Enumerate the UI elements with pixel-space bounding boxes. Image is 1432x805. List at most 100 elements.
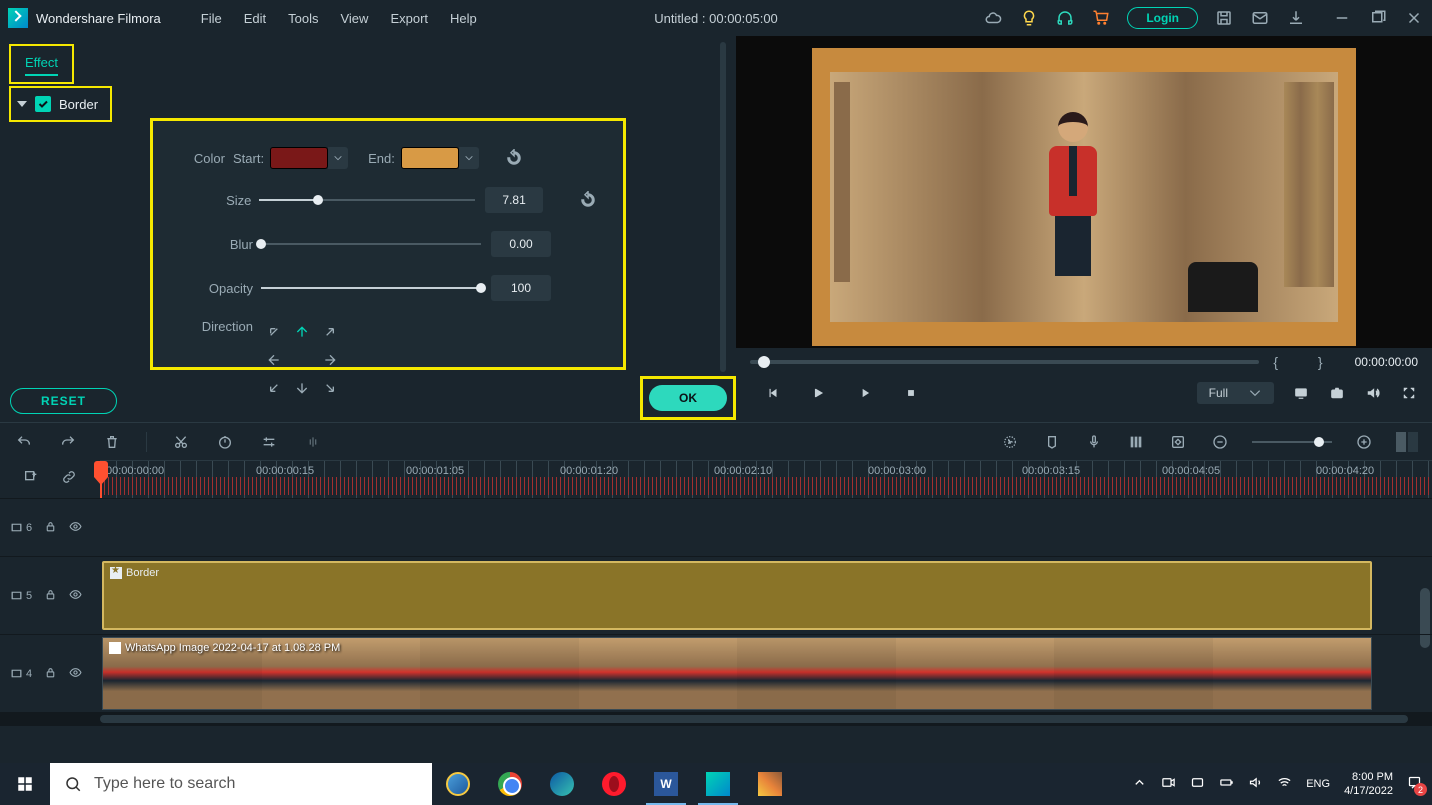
headphones-icon[interactable] <box>1055 8 1075 28</box>
redo-icon[interactable] <box>58 432 78 452</box>
display-icon[interactable] <box>1292 384 1310 402</box>
reset-button[interactable]: RESET <box>10 388 117 414</box>
speed-icon[interactable] <box>215 432 235 452</box>
cut-icon[interactable] <box>171 432 191 452</box>
tray-wifi-icon[interactable] <box>1277 775 1292 793</box>
track-visibility-icon[interactable] <box>69 520 82 536</box>
blur-value[interactable]: 0.00 <box>491 231 551 257</box>
taskbar-edge[interactable] <box>536 763 588 805</box>
track-lock-icon[interactable] <box>44 520 57 536</box>
border-section-header[interactable]: Border <box>9 86 112 122</box>
blur-slider[interactable] <box>261 236 481 252</box>
add-track-icon[interactable] <box>23 469 39 490</box>
tray-lang-icon[interactable] <box>1190 775 1205 793</box>
color-start-dropdown[interactable] <box>328 147 348 169</box>
border-checkbox[interactable] <box>35 96 51 112</box>
taskbar-search[interactable]: Type here to search <box>50 763 432 805</box>
audio-mixer-icon[interactable] <box>1126 432 1146 452</box>
track-lock-icon[interactable] <box>44 588 57 604</box>
direction-down-left[interactable] <box>261 375 287 401</box>
taskbar-filmora[interactable] <box>692 763 744 805</box>
zoom-slider[interactable] <box>1252 441 1332 443</box>
ok-button[interactable]: OK <box>649 385 727 411</box>
size-slider[interactable] <box>259 192 474 208</box>
save-icon[interactable] <box>1214 8 1234 28</box>
download-icon[interactable] <box>1286 8 1306 28</box>
adjust-icon[interactable] <box>259 432 279 452</box>
color-end-dropdown[interactable] <box>459 147 479 169</box>
video-clip[interactable]: WhatsApp Image 2022-04-17 at 1.08.28 PM <box>102 637 1372 710</box>
size-value[interactable]: 7.81 <box>485 187 544 213</box>
tray-volume-icon[interactable] <box>1248 775 1263 793</box>
menu-help[interactable]: Help <box>450 11 477 26</box>
size-reset-icon[interactable] <box>577 189 599 211</box>
timeline-view-toggle[interactable] <box>1396 432 1418 452</box>
direction-up[interactable] <box>289 319 315 345</box>
minimize-icon[interactable] <box>1332 8 1352 28</box>
opacity-value[interactable]: 100 <box>491 275 551 301</box>
timeline-ruler[interactable]: 00:00:00:00 00:00:00:15 00:00:01:05 00:0… <box>100 460 1432 498</box>
volume-icon[interactable] <box>1364 384 1382 402</box>
cloud-icon[interactable] <box>983 8 1003 28</box>
tray-battery-icon[interactable] <box>1219 775 1234 793</box>
taskbar-paint[interactable] <box>744 763 796 805</box>
lightbulb-icon[interactable] <box>1019 8 1039 28</box>
start-button[interactable] <box>0 763 50 805</box>
tray-meet-icon[interactable] <box>1161 775 1176 793</box>
direction-down[interactable] <box>289 375 315 401</box>
timeline-h-scrollbar[interactable] <box>0 712 1432 726</box>
tray-notifications-icon[interactable] <box>1407 775 1422 793</box>
menu-tools[interactable]: Tools <box>288 11 318 26</box>
audio-wave-icon[interactable] <box>303 432 323 452</box>
collapse-icon[interactable] <box>17 101 27 107</box>
track-visibility-icon[interactable] <box>69 666 82 682</box>
play-forward-button[interactable] <box>856 384 874 402</box>
direction-down-right[interactable] <box>317 375 343 401</box>
color-reset-icon[interactable] <box>503 147 525 169</box>
taskbar-ie[interactable] <box>432 763 484 805</box>
cart-icon[interactable] <box>1091 8 1111 28</box>
render-icon[interactable] <box>1000 432 1020 452</box>
panel-scrollbar[interactable] <box>720 42 726 372</box>
direction-up-left[interactable] <box>261 319 287 345</box>
zoom-out-icon[interactable] <box>1210 432 1230 452</box>
preview-progress[interactable] <box>750 360 1259 364</box>
direction-up-right[interactable] <box>317 319 343 345</box>
tray-clock[interactable]: 8:00 PM 4/17/2022 <box>1344 770 1393 799</box>
menu-edit[interactable]: Edit <box>244 11 266 26</box>
prev-frame-button[interactable] <box>764 384 782 402</box>
undo-icon[interactable] <box>14 432 34 452</box>
menu-export[interactable]: Export <box>390 11 428 26</box>
track-lock-icon[interactable] <box>44 666 57 682</box>
keyframe-box-icon[interactable] <box>1168 432 1188 452</box>
delete-icon[interactable] <box>102 432 122 452</box>
marker-shield-icon[interactable] <box>1042 432 1062 452</box>
direction-right[interactable] <box>317 347 343 373</box>
voiceover-icon[interactable] <box>1084 432 1104 452</box>
taskbar-chrome[interactable] <box>484 763 536 805</box>
direction-left[interactable] <box>261 347 287 373</box>
mail-icon[interactable] <box>1250 8 1270 28</box>
menu-file[interactable]: File <box>201 11 222 26</box>
tray-chevron-up-icon[interactable] <box>1132 775 1147 793</box>
menu-view[interactable]: View <box>340 11 368 26</box>
close-icon[interactable] <box>1404 8 1424 28</box>
preview-quality-dropdown[interactable]: Full <box>1197 382 1274 404</box>
zoom-in-icon[interactable] <box>1354 432 1374 452</box>
tab-effect[interactable]: Effect <box>9 44 74 84</box>
maximize-icon[interactable] <box>1368 8 1388 28</box>
track-visibility-icon[interactable] <box>69 588 82 604</box>
opacity-slider[interactable] <box>261 280 481 296</box>
tray-language[interactable]: ENG <box>1306 778 1330 790</box>
snapshot-icon[interactable] <box>1328 384 1346 402</box>
taskbar-word[interactable]: W <box>640 763 692 805</box>
link-icon[interactable] <box>61 469 77 490</box>
login-button[interactable]: Login <box>1127 7 1198 29</box>
taskbar-opera[interactable] <box>588 763 640 805</box>
stop-button[interactable] <box>902 384 920 402</box>
border-effect-clip[interactable]: Border <box>102 561 1372 630</box>
color-end-swatch[interactable] <box>401 147 459 169</box>
color-start-swatch[interactable] <box>270 147 328 169</box>
mark-brackets[interactable]: { } <box>1273 354 1340 370</box>
play-button[interactable] <box>810 384 828 402</box>
